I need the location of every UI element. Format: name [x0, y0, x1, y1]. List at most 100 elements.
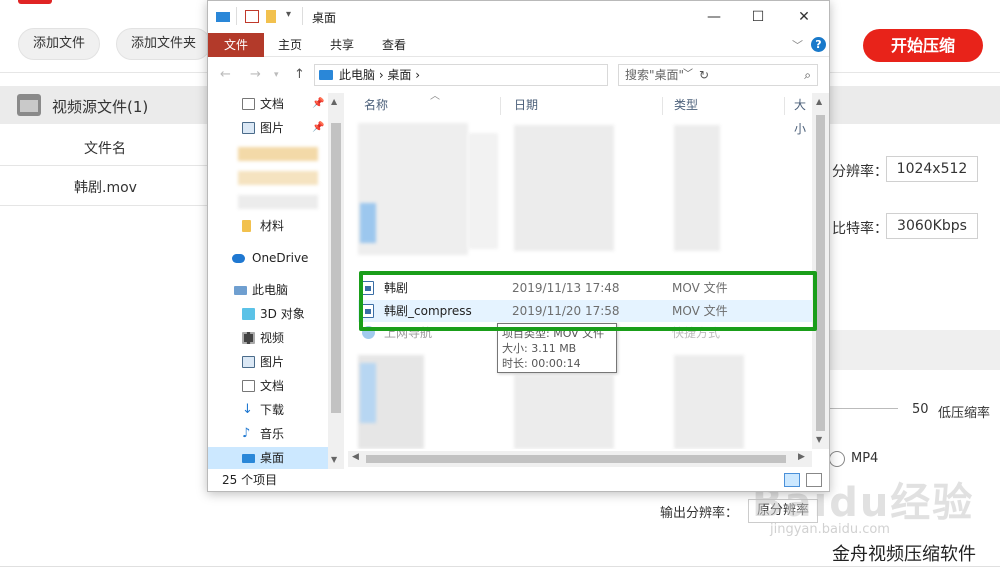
search-input[interactable]: 搜索"桌面" ⌕ [618, 64, 818, 86]
nav-item-label: 图片 [260, 121, 285, 135]
computer-icon [234, 286, 247, 295]
ribbon-tabs: 文件 主页 共享 查看 ﹀ ? [208, 33, 829, 57]
document-icon [242, 380, 255, 392]
scroll-thumb[interactable] [331, 123, 341, 413]
pictures-icon [242, 356, 255, 368]
folder-icon [242, 220, 251, 232]
nav-item-label: 文档 [260, 97, 285, 111]
nav-item-materials[interactable]: 材料 [208, 215, 344, 237]
minimize-icon[interactable]: — [694, 5, 734, 29]
nav-scrollbar[interactable]: ▲ ▼ [328, 93, 344, 469]
scroll-thumb[interactable] [816, 115, 825, 431]
blurred-dates [514, 125, 614, 251]
ribbon-expand-icon[interactable]: ﹀ [792, 37, 803, 53]
pin-icon[interactable]: 📌 [312, 93, 324, 115]
nav-item-pictures-2[interactable]: 图片 [208, 351, 344, 373]
divider [236, 7, 237, 25]
nav-item-music[interactable]: ♪ 音乐 [208, 423, 344, 445]
nav-item-downloads[interactable]: ↓ 下载 [208, 399, 344, 421]
tab-file[interactable]: 文件 [208, 33, 264, 57]
app-logo [18, 0, 52, 4]
scroll-up-icon[interactable]: ▲ [331, 97, 337, 106]
window-icon [216, 12, 230, 22]
divider [302, 7, 303, 25]
new-folder-icon[interactable] [266, 10, 276, 23]
settings-section-header [830, 330, 1000, 370]
nav-item-videos[interactable]: 视频 [208, 327, 344, 349]
start-compress-button[interactable]: 开始压缩 [863, 29, 983, 62]
large-icons-view-icon[interactable] [806, 473, 822, 487]
navigation-pane: 文档 📌 图片 📌 材料 OneDrive 此电脑 3D 对象 视频 图片 文档… [208, 93, 344, 469]
scroll-left-icon[interactable]: ◀ [352, 452, 359, 462]
add-file-button[interactable]: 添加文件 [18, 28, 101, 60]
nav-item-desktop[interactable]: 桌面 [208, 447, 344, 469]
item-count: 25 个项目 [222, 473, 278, 487]
column-name[interactable]: 名称 [364, 93, 388, 117]
nav-item-documents-2[interactable]: 文档 [208, 375, 344, 397]
output-resolution-label: 输出分辨率： [660, 506, 739, 521]
divider [784, 97, 785, 115]
baidu-watermark-url: jingyan.baidu.com [770, 522, 890, 537]
help-icon[interactable]: ? [811, 37, 826, 52]
blurred-item [238, 147, 318, 161]
blurred-types [674, 355, 744, 449]
tab-share[interactable]: 共享 [322, 33, 362, 57]
download-arrow-icon: ↓ [242, 402, 253, 417]
tab-view[interactable]: 查看 [374, 33, 414, 57]
source-file-row[interactable]: 韩剧.mov [74, 177, 137, 197]
blurred-files [360, 363, 376, 423]
forward-icon[interactable]: → [250, 67, 261, 82]
compression-slider[interactable] [828, 408, 898, 409]
pin-icon[interactable]: 📌 [312, 117, 324, 139]
tooltip-size: 大小: 3.11 MB [502, 342, 577, 355]
up-icon[interactable]: ↑ [294, 67, 305, 82]
bitrate-value: 3060Kbps [886, 213, 978, 239]
nav-item-pictures[interactable]: 图片 📌 [208, 117, 344, 139]
status-bar: 25 个项目 [208, 469, 829, 491]
nav-item-this-pc[interactable]: 此电脑 [208, 279, 344, 301]
recent-dropdown-icon[interactable]: ▾ [274, 70, 279, 80]
address-bar[interactable]: 此电脑 › 桌面 › ﹀ ↻ [314, 64, 709, 86]
blurred-item [238, 195, 318, 209]
nav-item-label: OneDrive [252, 251, 309, 265]
nav-item-documents[interactable]: 文档 📌 [208, 93, 344, 115]
search-icon[interactable]: ⌕ [804, 65, 811, 85]
address-row: ← → ▾ ↑ 此电脑 › 桌面 › ﹀ ↻ 搜索"桌面" ⌕ [208, 63, 829, 89]
film-icon [242, 332, 255, 344]
sort-ascending-icon: ︿ [430, 93, 440, 102]
maximize-icon[interactable]: ☐ [738, 5, 778, 29]
quick-access-dropdown-icon[interactable]: ▾ [286, 9, 291, 20]
cube-icon [242, 308, 255, 320]
back-icon[interactable]: ← [220, 67, 231, 82]
add-folder-button[interactable]: 添加文件夹 [116, 28, 212, 60]
bitrate-label: 比特率： [832, 221, 888, 237]
column-size[interactable]: 大小 [794, 93, 812, 136]
scroll-right-icon[interactable]: ▶ [798, 452, 805, 462]
scroll-thumb[interactable] [366, 455, 786, 463]
highlight-annotation [359, 271, 817, 331]
tab-home[interactable]: 主页 [270, 33, 310, 57]
horizontal-scrollbar[interactable]: ◀ ▶ [348, 451, 812, 467]
window-title: 桌面 [312, 11, 337, 25]
scroll-down-icon[interactable]: ▼ [816, 435, 822, 444]
column-type[interactable]: 类型 [674, 93, 698, 117]
blurred-item [238, 171, 318, 185]
title-bar: ▾ 桌面 — ☐ ✕ [208, 1, 829, 33]
blurred-files [468, 133, 498, 249]
resolution-label: 分辨率： [832, 164, 888, 180]
resolution-value: 1024x512 [886, 156, 978, 182]
tooltip-duration: 时长: 00:00:14 [502, 357, 581, 370]
properties-icon[interactable] [245, 10, 259, 23]
column-date[interactable]: 日期 [514, 93, 538, 117]
nav-item-3d-objects[interactable]: 3D 对象 [208, 303, 344, 325]
compression-slider-value: 50 [912, 402, 929, 417]
format-mp4-radio[interactable] [829, 451, 845, 467]
nav-item-onedrive[interactable]: OneDrive [208, 247, 344, 269]
cloud-icon [232, 254, 245, 263]
scroll-up-icon[interactable]: ▲ [816, 97, 822, 106]
scroll-down-icon[interactable]: ▼ [331, 455, 337, 464]
details-view-icon[interactable] [784, 473, 800, 487]
blurred-dates [514, 375, 614, 449]
close-icon[interactable]: ✕ [784, 5, 824, 29]
source-files-title: 视频源文件(1) [52, 98, 149, 116]
